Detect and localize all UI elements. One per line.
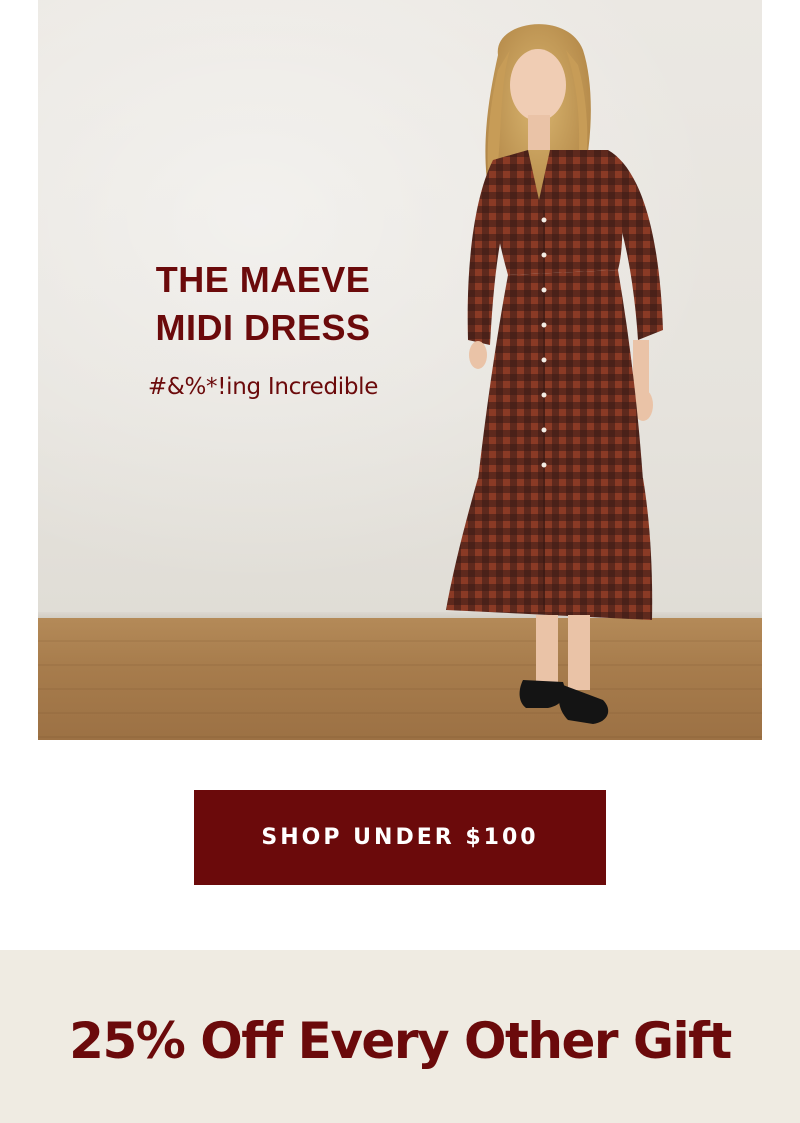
- product-tagline: #&%*!ing Incredible: [147, 374, 379, 400]
- product-title: THE MAEVE MIDI DRESS: [118, 256, 408, 352]
- promo-headline[interactable]: 25% Off Every Other Gift: [0, 1012, 800, 1070]
- hero-banner[interactable]: THE MAEVE MIDI DRESS #&%*!ing Incredible: [38, 0, 762, 740]
- product-title-line-1: THE MAEVE: [155, 259, 371, 300]
- model-photo: [446, 24, 663, 724]
- shop-under-100-button[interactable]: SHOP UNDER $100: [194, 790, 606, 885]
- product-title-line-2: MIDI DRESS: [155, 307, 371, 348]
